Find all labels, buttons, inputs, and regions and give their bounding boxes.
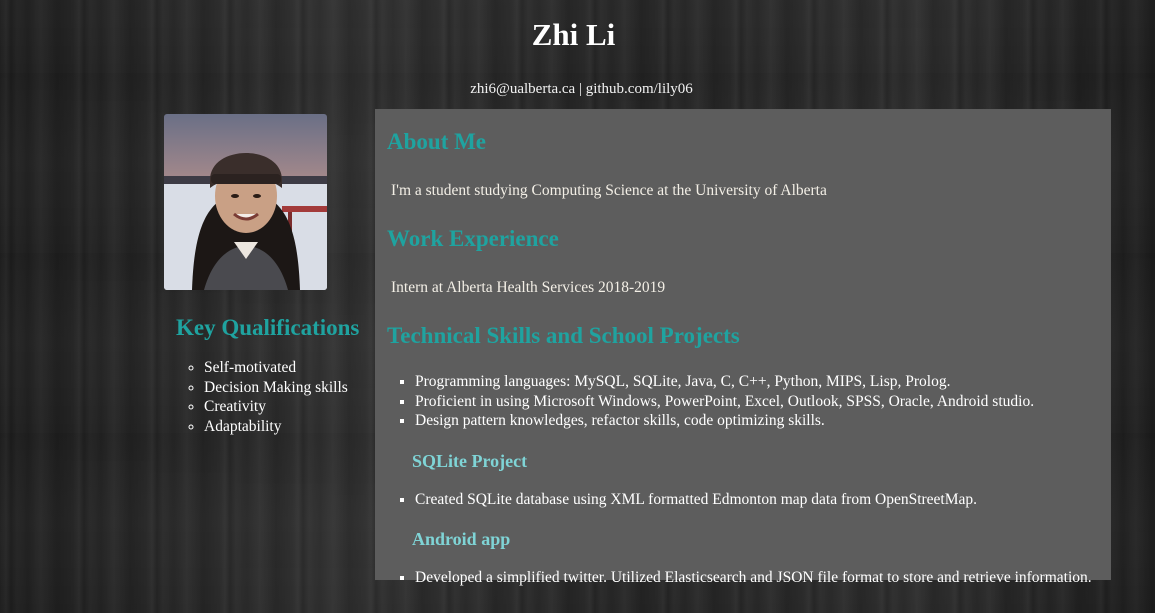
project-heading-android: Android app [412, 529, 511, 549]
list-item: Programming languages: MySQL, SQLite, Ja… [415, 372, 1111, 392]
skills-list: Programming languages: MySQL, SQLite, Ja… [387, 372, 1111, 431]
contact-info: zhi6@ualberta.ca | github.com/lily06 [470, 81, 693, 97]
project-list-sqlite: Created SQLite database using XML format… [387, 490, 1111, 510]
list-item: Proficient in using Microsoft Windows, P… [415, 392, 1111, 412]
page-title: Zhi Li [531, 17, 616, 52]
key-qualifications-list: Self-motivated Decision Making skills Cr… [164, 358, 369, 436]
list-item: Design pattern knowledges, refactor skil… [415, 411, 1111, 431]
project-list-android: Developed a simplified twitter. Utilized… [387, 568, 1111, 588]
about-heading: About Me [387, 129, 487, 154]
project-heading-sqlite: SQLite Project [412, 450, 528, 471]
main-panel: About Me I'm a student studying Computin… [375, 109, 1111, 586]
list-item: Adaptability [204, 417, 369, 437]
list-item: Developed a simplified twitter. Utilized… [415, 568, 1111, 588]
list-item: Decision Making skills [204, 378, 369, 398]
work-heading: Work Experience [387, 226, 559, 251]
list-item: Self-motivated [204, 358, 369, 378]
portrait-icon [164, 114, 327, 290]
skills-heading: Technical Skills and School Projects [387, 323, 740, 348]
sidebar: Key Qualifications Self-motivated Decisi… [164, 114, 369, 436]
about-text: I'm a student studying Computing Science… [391, 182, 827, 199]
list-item: Created SQLite database using XML format… [415, 490, 1111, 510]
profile-photo [164, 114, 327, 290]
list-item: Creativity [204, 397, 369, 417]
work-text: Intern at Alberta Health Services 2018-2… [391, 279, 666, 296]
key-qualifications-heading: Key Qualifications [176, 315, 360, 340]
